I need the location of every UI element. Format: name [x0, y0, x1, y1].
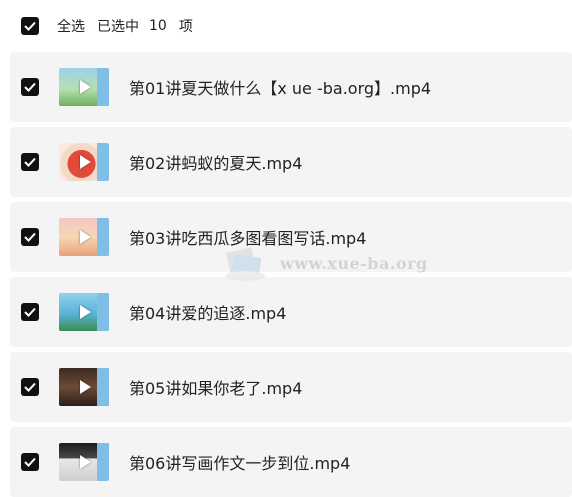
- thumbnail-strip: [97, 368, 109, 406]
- watermark-text: www.xue-ba.org: [280, 253, 428, 273]
- play-icon: [80, 380, 91, 394]
- thumbnail-strip: [97, 143, 109, 181]
- item-checkbox[interactable]: [21, 453, 39, 471]
- check-icon: [24, 232, 36, 242]
- watermark-logo-icon: [222, 244, 268, 282]
- video-thumbnail[interactable]: [59, 218, 109, 256]
- list-item[interactable]: 第06讲写画作文一步到位.mp4: [10, 427, 572, 497]
- video-thumbnail[interactable]: [59, 443, 109, 481]
- play-icon: [80, 155, 91, 169]
- list-item[interactable]: 第02讲蚂蚁的夏天.mp4: [10, 127, 572, 197]
- check-icon: [24, 82, 36, 92]
- watermark: www.xue-ba.org: [222, 244, 428, 282]
- selected-prefix: 已选中: [97, 19, 139, 35]
- select-all-checkbox[interactable]: [21, 17, 39, 35]
- check-icon: [24, 21, 36, 31]
- check-icon: [24, 457, 36, 467]
- selected-suffix: 项: [178, 19, 193, 35]
- item-checkbox[interactable]: [21, 78, 39, 96]
- file-selection-list: 全选 已选中 10 项 第01讲夏天做什么【x ue -ba.org】.mp4 …: [0, 0, 572, 497]
- play-icon: [80, 305, 91, 319]
- check-icon: [24, 307, 36, 317]
- play-icon: [80, 230, 91, 244]
- thumbnail-strip: [97, 218, 109, 256]
- video-thumbnail[interactable]: [59, 293, 109, 331]
- list-item[interactable]: 第01讲夏天做什么【x ue -ba.org】.mp4: [10, 52, 572, 122]
- item-checkbox[interactable]: [21, 303, 39, 321]
- video-thumbnail[interactable]: [59, 143, 109, 181]
- selection-header: 全选 已选中 10 项: [0, 0, 572, 52]
- video-thumbnail[interactable]: [59, 68, 109, 106]
- check-icon: [24, 157, 36, 167]
- list-item[interactable]: 第05讲如果你老了.mp4: [10, 352, 572, 422]
- selected-count: 10: [149, 18, 167, 34]
- play-icon: [80, 455, 91, 469]
- play-icon: [80, 80, 91, 94]
- video-thumbnail[interactable]: [59, 368, 109, 406]
- list-item[interactable]: 第04讲爱的追逐.mp4: [10, 277, 572, 347]
- item-checkbox[interactable]: [21, 228, 39, 246]
- thumbnail-strip: [97, 68, 109, 106]
- item-checkbox[interactable]: [21, 153, 39, 171]
- check-icon: [24, 382, 36, 392]
- select-all-label[interactable]: 全选: [57, 16, 85, 36]
- thumbnail-strip: [97, 443, 109, 481]
- video-title[interactable]: 第02讲蚂蚁的夏天.mp4: [129, 150, 302, 174]
- item-checkbox[interactable]: [21, 378, 39, 396]
- video-title[interactable]: 第01讲夏天做什么【x ue -ba.org】.mp4: [129, 75, 431, 99]
- video-title[interactable]: 第04讲爱的追逐.mp4: [129, 300, 286, 324]
- thumbnail-strip: [97, 293, 109, 331]
- video-title[interactable]: 第06讲写画作文一步到位.mp4: [129, 450, 350, 474]
- video-title[interactable]: 第05讲如果你老了.mp4: [129, 375, 302, 399]
